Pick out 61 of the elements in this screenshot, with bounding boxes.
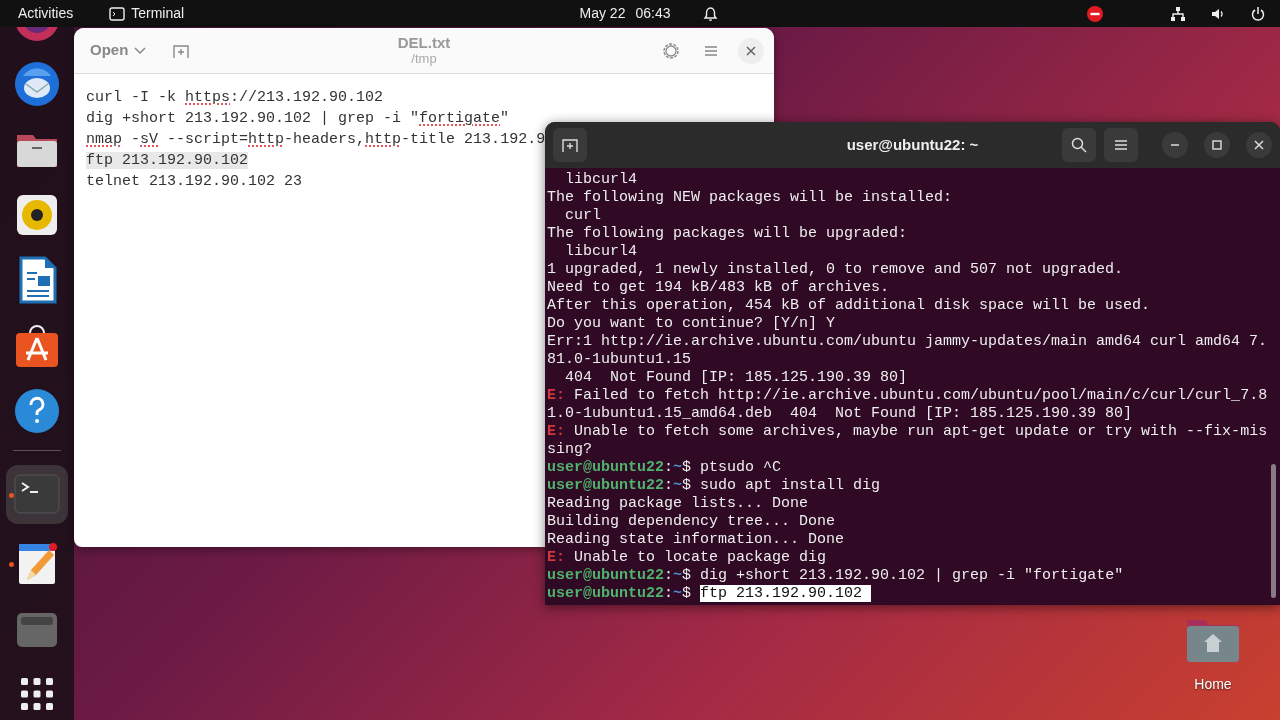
power-icon[interactable]: [1250, 5, 1266, 22]
network-icon[interactable]: [1170, 5, 1186, 22]
close-icon: [746, 45, 756, 56]
close-button[interactable]: [1246, 132, 1272, 158]
question-icon: [13, 386, 61, 435]
terminal-line: E: Unable to fetch some archives, maybe run apt-get update or try with --fix-mis: [547, 423, 1268, 440]
terminal-line: libcurl4: [564, 171, 637, 188]
menu-icon: [704, 44, 718, 57]
terminal-line: Need to get 194 kB/483 kB of archives.: [547, 279, 890, 296]
window-title: DEL.txt: [397, 35, 451, 52]
new-tab-icon: [172, 42, 191, 59]
terminal-line: After this operation, 454 kB of additional disk space will be used.: [547, 297, 1151, 314]
new-tab-icon: [561, 137, 579, 153]
maximize-icon: [1212, 140, 1222, 150]
terminal-line: user@ubuntu22:~$ dig +short 213.192.90.102 | grep -i "fortigate": [547, 567, 1124, 584]
minimize-icon: [1170, 144, 1180, 146]
search-button[interactable]: [1062, 128, 1096, 162]
terminal-line: Err:1 http://ie.archive.ubuntu.com/ubuntu jammy-updates/main amd64 curl amd64 7.: [547, 333, 1268, 350]
terminal-line: Do you want to continue? [Y/n] Y: [547, 315, 836, 332]
menu-button[interactable]: [1104, 128, 1138, 162]
file-path: /tmp: [410, 51, 438, 66]
text-line: curl -I -k https://213.192.90.102: [86, 89, 384, 106]
settings-icon: [662, 41, 680, 60]
terminal-line: user@ubuntu22:~$ sudo apt install dig: [547, 477, 881, 494]
activities-button[interactable]: Activities: [0, 1, 92, 26]
terminal-line: 81.0-1ubuntu1.15: [547, 351, 692, 368]
terminal-icon: [109, 6, 126, 21]
icon-label[interactable]: Home: [1194, 674, 1232, 695]
terminal-line: Reading package lists... Done: [547, 495, 809, 512]
terminal-line: Building dependency tree... Done: [547, 513, 836, 530]
minimize-button[interactable]: [1162, 132, 1188, 158]
maximize-button[interactable]: [1204, 132, 1230, 158]
terminal-line: 1.0-1ubuntu1.15_amd64.deb 404 Not Found [IP: 185.125.190.39 80]: [547, 405, 1133, 422]
terminal-line: libcurl4: [564, 243, 637, 260]
terminal-line: 404 Not Found [IP: 185.125.190.39 80]: [564, 369, 908, 386]
menu-icon: [1114, 139, 1128, 151]
close-button[interactable]: [738, 37, 764, 64]
terminal-line: E: Unable to locate package dig: [547, 549, 827, 566]
text-line: nmap -sV --script=http-headers,http-title 213.192.9: [86, 131, 546, 148]
close-icon: [1254, 140, 1264, 150]
clock-button[interactable]: May 22 06:43: [561, 1, 689, 26]
caret-icon: [134, 46, 147, 55]
bird-mail-icon: [13, 59, 61, 108]
terminal-line: user@ubuntu22:~$ ftp 213.192.90.102: [547, 585, 872, 602]
terminal-line: The following packages will be upgraded:: [547, 225, 908, 242]
terminal-line: sing?: [547, 441, 592, 458]
terminal-line: The following NEW packages will be installed:: [547, 189, 953, 206]
app-menu-button[interactable]: Terminal: [91, 1, 203, 26]
terminal-line: 1 upgraded, 1 newly installed, 0 to remove and 507 not upgraded.: [547, 261, 1124, 278]
text-line: telnet 213.192.90.102 23: [86, 173, 303, 190]
search-icon: [1071, 137, 1087, 153]
bell-icon[interactable]: [702, 5, 719, 22]
blocked-icon[interactable]: [1086, 4, 1104, 23]
terminal-line: user@ubuntu22:~$ ptsudo ^C: [547, 459, 782, 476]
scrollbar[interactable]: [1271, 464, 1276, 598]
terminal-line: Reading state information... Done: [547, 531, 845, 548]
text-line: dig +short 213.192.90.102 | grep -i "fortigate": [86, 110, 510, 127]
terminal-line: E: Failed to fetch http://ie.archive.ubuntu.com/ubuntu/pool/main/c/curl/curl_7.8: [547, 387, 1268, 404]
new-tab-button[interactable]: [553, 128, 587, 162]
terminal-line: curl: [564, 207, 601, 224]
window-title: user@ubuntu22: ~: [846, 134, 979, 155]
